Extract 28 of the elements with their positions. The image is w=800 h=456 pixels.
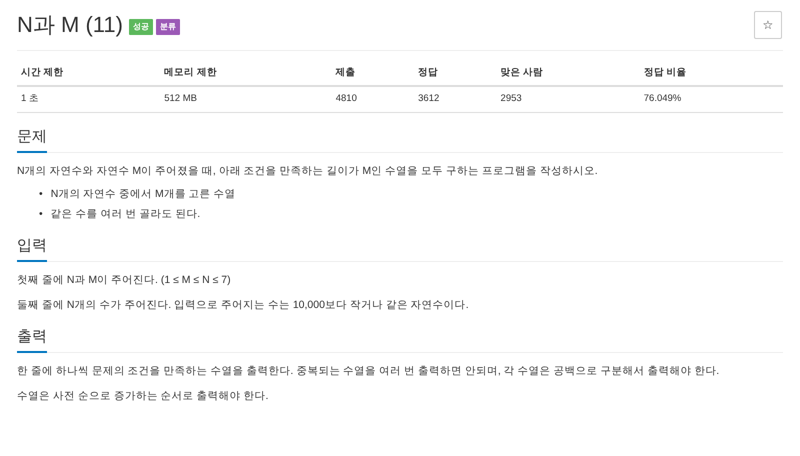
bullet-marker: • [39, 186, 43, 202]
table-cell: 2953 [496, 86, 640, 112]
bookmark-button[interactable]: ☆ [754, 10, 782, 38]
table-cell: 1 초 [17, 86, 160, 112]
column-header: 메모리 제한 [160, 61, 332, 86]
status-badge: 분류 [156, 18, 180, 34]
list-item: N개의 자연수 중에서 M개를 고른 수열 [50, 186, 236, 202]
list-item: 같은 수를 여러 번 골라도 된다. [50, 206, 200, 222]
column-header: 제출 [332, 61, 414, 86]
table-cell: 3612 [414, 86, 497, 112]
table-cell: 4810 [332, 86, 414, 112]
paragraph: 한 줄에 하나씩 문제의 조건을 만족하는 수열을 출력한다. 중복되는 수열을 여러 번 출력하면 안되며, 각 수열은 공백으로 구분해서 출력해야 한다. [17, 364, 720, 378]
column-header: 정답 [414, 61, 497, 86]
section-heading: 문제 [17, 126, 47, 152]
column-header: 맞은 사람 [496, 61, 640, 86]
table-cell: 512 MB [160, 86, 332, 112]
problem-title: N과 M (11) [17, 11, 123, 39]
status-badge: 성공 [128, 18, 153, 34]
column-header: 시간 제한 [17, 61, 160, 86]
bullet-marker: • [39, 206, 43, 222]
section-heading: 출력 [17, 326, 47, 352]
paragraph: 수열은 사전 순으로 증가하는 순서로 출력해야 한다. [17, 388, 270, 404]
paragraph: 첫째 줄에 N과 M이 주어진다. (1 ≤ M ≤ N ≤ 7) [17, 272, 232, 288]
column-header: 정답 비율 [640, 61, 783, 86]
paragraph: 둘째 줄에 N개의 수가 주어진다. 입력으로 주어지는 수는 10,000보다 작거나 같은 자연수이다. [17, 298, 470, 312]
section-heading: 입력 [17, 236, 47, 262]
table-cell: 76.049% [640, 86, 783, 112]
paragraph: N개의 자연수와 자연수 M이 주어졌을 때, 아래 조건을 만족하는 길이가 M인 수열을 모두 구하는 프로그램을 작성하시오. [17, 164, 599, 178]
